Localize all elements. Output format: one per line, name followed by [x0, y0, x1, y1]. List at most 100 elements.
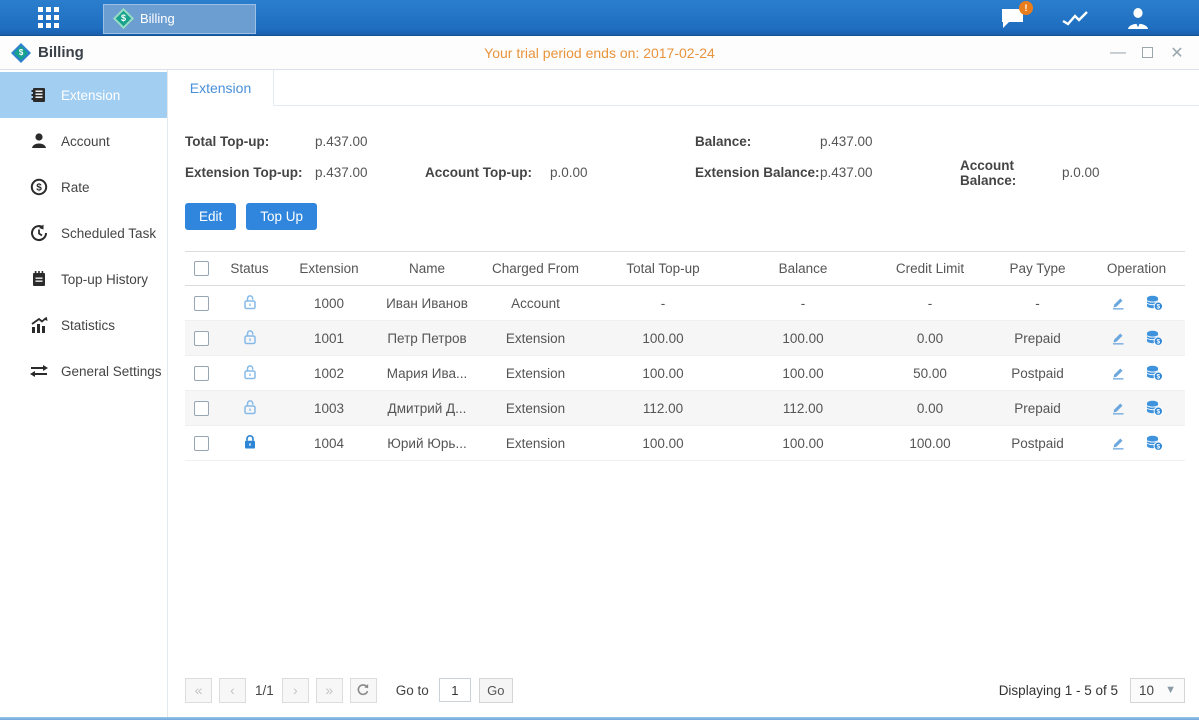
lock-icon — [242, 438, 258, 453]
billing-diamond-icon: $ — [113, 8, 134, 29]
sidebar-item-label: General Settings — [61, 364, 162, 379]
cell-total-topup: - — [593, 286, 733, 321]
cell-extension: 1003 — [282, 391, 376, 426]
extension-topup-label: Extension Top-up: — [185, 165, 315, 180]
sidebar-item-scheduled-task[interactable]: Scheduled Task — [0, 210, 167, 256]
topbar-tab-billing[interactable]: $ Billing — [103, 4, 256, 34]
edit-row-icon[interactable] — [1110, 330, 1126, 346]
sidebar-item-label: Statistics — [61, 318, 115, 333]
row-checkbox[interactable] — [194, 366, 209, 381]
total-topup-label: Total Top-up: — [185, 134, 315, 149]
cell-total-topup: 100.00 — [593, 426, 733, 461]
sidebar-item-account[interactable]: Account — [0, 118, 167, 164]
top-up-row-icon[interactable]: $ — [1145, 330, 1163, 346]
first-page-button[interactable]: « — [185, 678, 212, 703]
col-pay-type: Pay Type — [987, 252, 1088, 286]
row-checkbox[interactable] — [194, 331, 209, 346]
last-page-button[interactable]: » — [316, 678, 343, 703]
sidebar-item-topup-history[interactable]: Top-up History — [0, 256, 167, 302]
unlock-icon — [242, 368, 258, 383]
cell-pay-type: Postpaid — [987, 356, 1088, 391]
cell-credit-limit: 50.00 — [873, 356, 987, 391]
cell-balance: 100.00 — [733, 321, 873, 356]
refresh-icon[interactable] — [350, 678, 377, 703]
cell-total-topup: 112.00 — [593, 391, 733, 426]
messages-icon[interactable]: ! — [1000, 7, 1025, 29]
edit-row-icon[interactable] — [1110, 365, 1126, 381]
account-balance-value: p.0.00 — [1062, 165, 1100, 180]
sidebar-item-extension[interactable]: Extension — [0, 72, 167, 118]
window-title-bar: $ Billing Your trial period ends on: 201… — [0, 36, 1199, 70]
extension-balance-label: Extension Balance: — [695, 165, 820, 180]
sidebar-item-label: Account — [61, 134, 110, 149]
col-total-topup: Total Top-up — [593, 252, 733, 286]
notification-badge: ! — [1019, 1, 1033, 15]
cell-balance: 112.00 — [733, 391, 873, 426]
cell-pay-type: Postpaid — [987, 426, 1088, 461]
table-row: 1003 Дмитрий Д... Extension 112.00 112.0… — [185, 391, 1185, 426]
row-checkbox[interactable] — [194, 401, 209, 416]
table-row: 1004 Юрий Юрь... Extension 100.00 100.00… — [185, 426, 1185, 461]
user-icon — [30, 132, 48, 150]
table-header-row: Status Extension Name Charged From Total… — [185, 252, 1185, 286]
cell-charged-from: Extension — [478, 356, 593, 391]
apps-grid-icon[interactable] — [38, 7, 59, 28]
svg-text:$: $ — [36, 183, 42, 194]
edit-row-icon[interactable] — [1110, 435, 1126, 451]
cell-pay-type: Prepaid — [987, 391, 1088, 426]
row-checkbox[interactable] — [194, 436, 209, 451]
maximize-icon[interactable] — [1142, 47, 1153, 58]
edit-row-icon[interactable] — [1110, 400, 1126, 416]
svg-text:$: $ — [1157, 444, 1161, 451]
account-topup-label: Account Top-up: — [425, 165, 550, 180]
sidebar-item-label: Rate — [61, 180, 90, 195]
ledger-icon — [30, 86, 48, 104]
top-up-row-icon[interactable]: $ — [1145, 295, 1163, 311]
sidebar-item-label: Scheduled Task — [61, 226, 156, 241]
go-button[interactable]: Go — [479, 678, 513, 703]
top-bar: $ Billing ! — [0, 0, 1199, 36]
col-extension: Extension — [282, 252, 376, 286]
svg-text:$: $ — [1157, 409, 1161, 416]
next-page-button[interactable]: › — [282, 678, 309, 703]
cell-name: Петр Петров — [376, 321, 478, 356]
row-checkbox[interactable] — [194, 296, 209, 311]
cell-name: Дмитрий Д... — [376, 391, 478, 426]
select-all-checkbox[interactable] — [194, 261, 209, 276]
cell-charged-from: Extension — [478, 426, 593, 461]
top-up-button[interactable]: Top Up — [246, 203, 317, 230]
extension-balance-value: p.437.00 — [820, 165, 960, 180]
close-icon[interactable]: ✕ — [1169, 45, 1185, 61]
cell-total-topup: 100.00 — [593, 321, 733, 356]
window-controls: — ✕ — [1110, 45, 1185, 61]
cell-pay-type: - — [987, 286, 1088, 321]
sidebar-item-general-settings[interactable]: General Settings — [0, 348, 167, 394]
sidebar-item-label: Extension — [61, 88, 120, 103]
sidebar: Extension Account $ Rate — [0, 70, 168, 717]
account-user-icon[interactable] — [1125, 7, 1151, 29]
col-name: Name — [376, 252, 478, 286]
billing-title-icon: $ — [11, 43, 31, 63]
analytics-chart-icon[interactable] — [1061, 8, 1089, 28]
goto-page-input[interactable] — [439, 678, 471, 702]
cell-name: Мария Ива... — [376, 356, 478, 391]
extensions-table: Status Extension Name Charged From Total… — [185, 251, 1185, 461]
col-balance: Balance — [733, 252, 873, 286]
tab-extension[interactable]: Extension — [168, 70, 274, 106]
sidebar-item-statistics[interactable]: Statistics — [0, 302, 167, 348]
sidebar-item-rate[interactable]: $ Rate — [0, 164, 167, 210]
page-size-select[interactable]: 10 ▼ — [1130, 678, 1185, 703]
cell-balance: - — [733, 286, 873, 321]
sliders-icon — [30, 362, 48, 380]
edit-button[interactable]: Edit — [185, 203, 236, 230]
top-up-row-icon[interactable]: $ — [1145, 400, 1163, 416]
cell-name: Иван Иванов — [376, 286, 478, 321]
trial-notice: Your trial period ends on: 2017-02-24 — [484, 45, 715, 61]
page-indicator: 1/1 — [255, 683, 274, 698]
top-up-row-icon[interactable]: $ — [1145, 435, 1163, 451]
svg-text:$: $ — [1157, 374, 1161, 381]
top-up-row-icon[interactable]: $ — [1145, 365, 1163, 381]
minimize-icon[interactable]: — — [1110, 45, 1126, 61]
edit-row-icon[interactable] — [1110, 295, 1126, 311]
prev-page-button[interactable]: ‹ — [219, 678, 246, 703]
